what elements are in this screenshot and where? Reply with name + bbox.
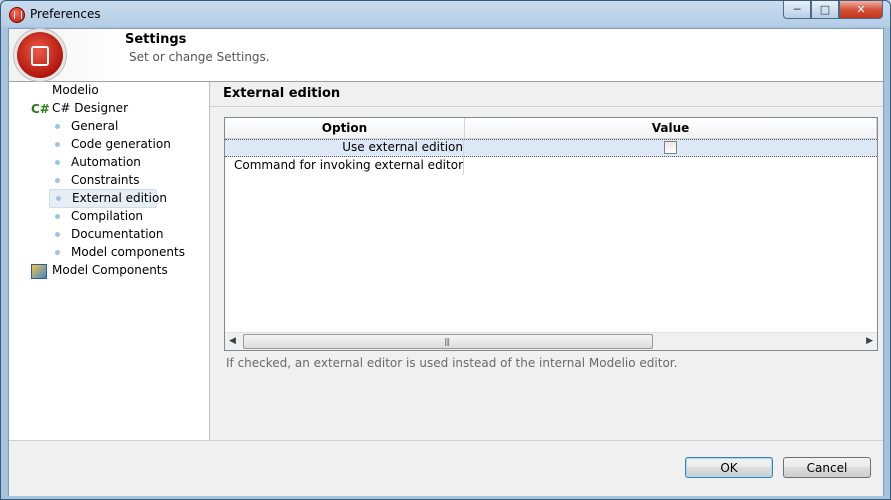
tree-item-model-components[interactable]: Model Components	[9, 262, 179, 279]
scroll-left-icon[interactable]: ◀	[229, 336, 236, 346]
tree-item-label: Modelio	[52, 83, 99, 97]
bullet-icon	[55, 124, 60, 129]
bullet-icon	[55, 178, 60, 183]
header-subtitle: Set or change Settings.	[129, 50, 270, 64]
dialog-client: Settings Set or change Settings. Modelio…	[8, 28, 884, 496]
tree-item-external-edition[interactable]: External edition	[49, 189, 167, 208]
minimize-icon: ─	[793, 3, 801, 16]
settings-header: Settings Set or change Settings.	[9, 29, 883, 82]
window-controls: ─ □ ✕	[783, 1, 883, 19]
external-editor-command-cell[interactable]	[465, 157, 875, 175]
option-cell: Command for invoking external editor	[225, 157, 464, 175]
use-external-edition-checkbox[interactable]	[664, 141, 677, 154]
cancel-button[interactable]: Cancel	[783, 457, 871, 478]
tree-item-label: Code generation	[71, 137, 171, 151]
tree-item-label: General	[71, 119, 119, 133]
bullet-icon	[55, 250, 60, 255]
tree-item-automation[interactable]: Automation	[55, 154, 205, 171]
csharp-icon: C#	[31, 102, 50, 116]
model-components-icon	[31, 264, 47, 279]
column-header-option[interactable]: Option	[225, 118, 465, 138]
bullet-icon	[56, 196, 61, 201]
bullet-icon	[55, 160, 60, 165]
panel-title: External edition	[223, 86, 341, 101]
preferences-window: Preferences ─ □ ✕ Settings Set or change…	[0, 0, 891, 500]
title-bar[interactable]: Preferences ─ □ ✕	[1, 1, 890, 28]
tree-item-documentation[interactable]: Documentation	[55, 226, 205, 243]
tree-item-code-generation[interactable]: Code generation	[55, 136, 205, 153]
maximize-button[interactable]: □	[811, 1, 839, 19]
tree-item-label: Automation	[71, 155, 141, 169]
window-title: Preferences	[30, 7, 101, 21]
tree-item-compilation[interactable]: Compilation	[55, 208, 205, 225]
tree-item-general[interactable]: General	[55, 118, 205, 135]
bullet-icon	[55, 214, 60, 219]
tree-item-label: Compilation	[71, 209, 144, 223]
tree-item-csharp-designer[interactable]: C# C# Designer	[9, 100, 159, 117]
table-header: Option Value	[225, 118, 877, 139]
table-row[interactable]: Command for invoking external editor	[225, 157, 877, 175]
tree-item-label: Documentation	[71, 227, 164, 241]
horizontal-scrollbar[interactable]: ◀ ||| ▶	[225, 332, 877, 350]
ok-button[interactable]: OK	[685, 457, 773, 478]
tree-item-label: Model components	[71, 245, 185, 259]
option-help-text: If checked, an external editor is used i…	[226, 356, 678, 370]
header-title: Settings	[125, 32, 187, 47]
column-header-value[interactable]: Value	[465, 118, 877, 138]
close-button[interactable]: ✕	[839, 1, 883, 19]
settings-panel: External edition Option Value Use extern…	[210, 82, 883, 440]
tree-item-modelio[interactable]: Modelio	[52, 82, 99, 99]
options-table: Option Value Use external edition Comman…	[224, 117, 878, 351]
bullet-icon	[55, 232, 60, 237]
close-icon: ✕	[856, 3, 866, 16]
option-cell: Use external edition	[225, 140, 464, 156]
preferences-tree: Modelio C# C# Designer General Code gene…	[9, 82, 210, 440]
table-row[interactable]: Use external edition	[225, 139, 877, 157]
modelio-logo-icon	[17, 32, 63, 78]
scrollbar-thumb[interactable]: |||	[243, 334, 653, 349]
bullet-icon	[55, 142, 60, 147]
dialog-footer: OK Cancel	[9, 440, 883, 496]
tree-item-label: External edition	[72, 191, 167, 205]
scroll-right-icon[interactable]: ▶	[866, 336, 873, 346]
tree-item-constraints[interactable]: Constraints	[55, 172, 205, 189]
modelio-app-icon	[9, 7, 25, 23]
grip-icon: |||	[444, 337, 450, 346]
minimize-button[interactable]: ─	[783, 1, 811, 19]
tree-item-model-components-sub[interactable]: Model components	[55, 244, 205, 261]
tree-item-label: C# Designer	[52, 101, 128, 115]
maximize-icon: □	[819, 3, 831, 16]
tree-item-label: Model Components	[52, 263, 168, 277]
tree-item-label: Constraints	[71, 173, 140, 187]
panel-title-bar: External edition	[210, 82, 883, 107]
